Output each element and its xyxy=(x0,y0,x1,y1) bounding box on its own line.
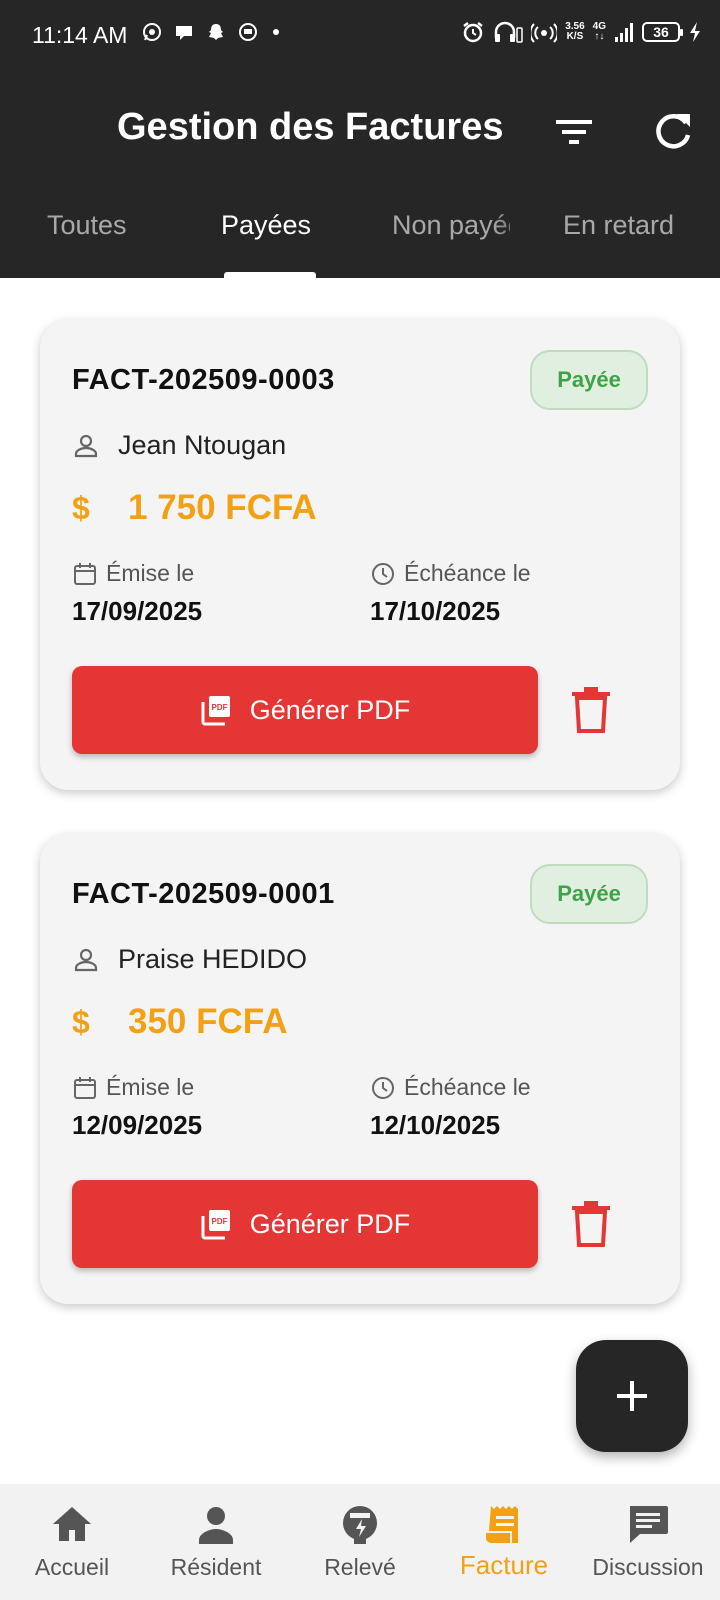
system-icons: 3.56 K/S 4G ↑↓ 36 xyxy=(461,20,702,44)
plus-icon xyxy=(617,1381,647,1411)
invoice-number: FACT-202509-0003 xyxy=(72,364,335,396)
home-icon xyxy=(53,1507,91,1541)
svg-text:PDF: PDF xyxy=(211,703,227,712)
dollar-icon: $ xyxy=(72,489,90,526)
more-dot-icon xyxy=(273,29,279,35)
due-date: 17/10/2025 xyxy=(370,596,501,626)
invoice-card[interactable]: FACT-202509-0001 Payée Praise HEDIDO $ 3… xyxy=(40,834,680,1304)
snapchat-icon xyxy=(209,24,223,40)
header: Gestion des Factures xyxy=(0,96,720,166)
calendar-icon xyxy=(74,1076,96,1099)
network-type: 4G ↑↓ xyxy=(592,21,606,42)
invoice-amount: 1 750 FCFA xyxy=(128,488,317,527)
amount-row: $ 350 FCFA xyxy=(72,1002,288,1042)
client-row: Praise HEDIDO xyxy=(72,944,307,975)
refresh-icon[interactable] xyxy=(650,108,696,154)
svg-text:PDF: PDF xyxy=(211,1217,227,1226)
dollar-icon: $ xyxy=(72,1003,90,1040)
tab-non-payees[interactable]: Non payées xyxy=(392,196,510,256)
due-date: 12/10/2025 xyxy=(370,1110,501,1140)
nav-releve[interactable]: Relevé xyxy=(288,1484,432,1600)
generate-pdf-button[interactable]: PDF Générer PDF xyxy=(72,1180,538,1268)
generate-pdf-button[interactable]: PDF Générer PDF xyxy=(72,666,538,754)
hotspot-icon xyxy=(531,23,558,43)
signal-icon xyxy=(615,23,633,42)
tab-indicator xyxy=(224,272,316,278)
delete-icon[interactable] xyxy=(570,686,612,734)
person-outline-icon xyxy=(74,948,98,971)
headphones-icon xyxy=(494,21,523,43)
status-bar: 11:14 AM 3.56 K/S 4G ↑↓ 36 xyxy=(0,0,720,72)
nav-resident[interactable]: Résident xyxy=(144,1484,288,1600)
status-time: 11:14 AM xyxy=(32,22,128,48)
network-speed: 3.56 K/S xyxy=(565,21,585,42)
alarm-icon xyxy=(463,22,483,43)
nav-accueil[interactable]: Accueil xyxy=(0,1484,144,1600)
tab-toutes[interactable]: Toutes xyxy=(47,210,127,241)
tab-en-retard[interactable]: En retard xyxy=(563,210,674,241)
status-badge: Payée xyxy=(530,864,648,924)
issued-date: 17/09/2025 xyxy=(72,596,203,626)
delete-icon[interactable] xyxy=(570,1200,612,1248)
tab-payees[interactable]: Payées xyxy=(221,210,311,241)
clock-icon xyxy=(372,562,394,585)
app-notification-icon xyxy=(239,23,257,41)
chat-bubble-icon xyxy=(176,26,192,40)
due-label: Échéance le xyxy=(370,560,531,587)
meter-icon xyxy=(343,1506,377,1544)
charging-icon xyxy=(690,22,700,42)
pdf-icon: PDF xyxy=(201,696,230,726)
calendar-icon xyxy=(74,562,96,585)
person-icon xyxy=(199,1507,233,1544)
client-name: Praise HEDIDO xyxy=(118,944,308,974)
status-badge: Payée xyxy=(530,350,648,410)
app-bar: 11:14 AM 3.56 K/S 4G ↑↓ 36 Gestion des Fac… xyxy=(0,0,720,278)
nav-discussion[interactable]: Discussion xyxy=(576,1484,720,1600)
issued-label: Émise le xyxy=(72,1074,194,1101)
client-row: Jean Ntougan xyxy=(72,430,286,461)
issued-date: 12/09/2025 xyxy=(72,1110,203,1140)
pdf-icon: PDF xyxy=(201,1210,230,1240)
clock-icon xyxy=(372,1076,394,1099)
person-outline-icon xyxy=(74,434,98,457)
due-label: Échéance le xyxy=(370,1074,531,1101)
bottom-navigation: Accueil Résident Relevé Facture Discussi… xyxy=(0,1484,720,1600)
amount-row: $ 1 750 FCFA xyxy=(72,488,317,528)
notification-icons xyxy=(142,22,282,42)
filter-icon[interactable] xyxy=(552,110,596,154)
page-title: Gestion des Factures xyxy=(117,106,504,148)
invoice-card[interactable]: FACT-202509-0003 Payée Jean Ntougan $ 1 … xyxy=(40,320,680,790)
issued-label: Émise le xyxy=(72,560,194,587)
battery-indicator: 36 xyxy=(642,22,683,42)
nav-facture[interactable]: Facture xyxy=(432,1484,576,1600)
add-invoice-button[interactable] xyxy=(576,1340,688,1452)
chat-icon xyxy=(630,1506,668,1543)
client-name: Jean Ntougan xyxy=(118,430,287,460)
receipt-icon xyxy=(484,1506,518,1545)
invoice-number: FACT-202509-0001 xyxy=(72,878,335,910)
whatsapp-icon xyxy=(143,23,161,41)
invoice-amount: 350 FCFA xyxy=(128,1002,288,1041)
tab-bar: Toutes Payées Non payées En retard xyxy=(0,196,720,278)
